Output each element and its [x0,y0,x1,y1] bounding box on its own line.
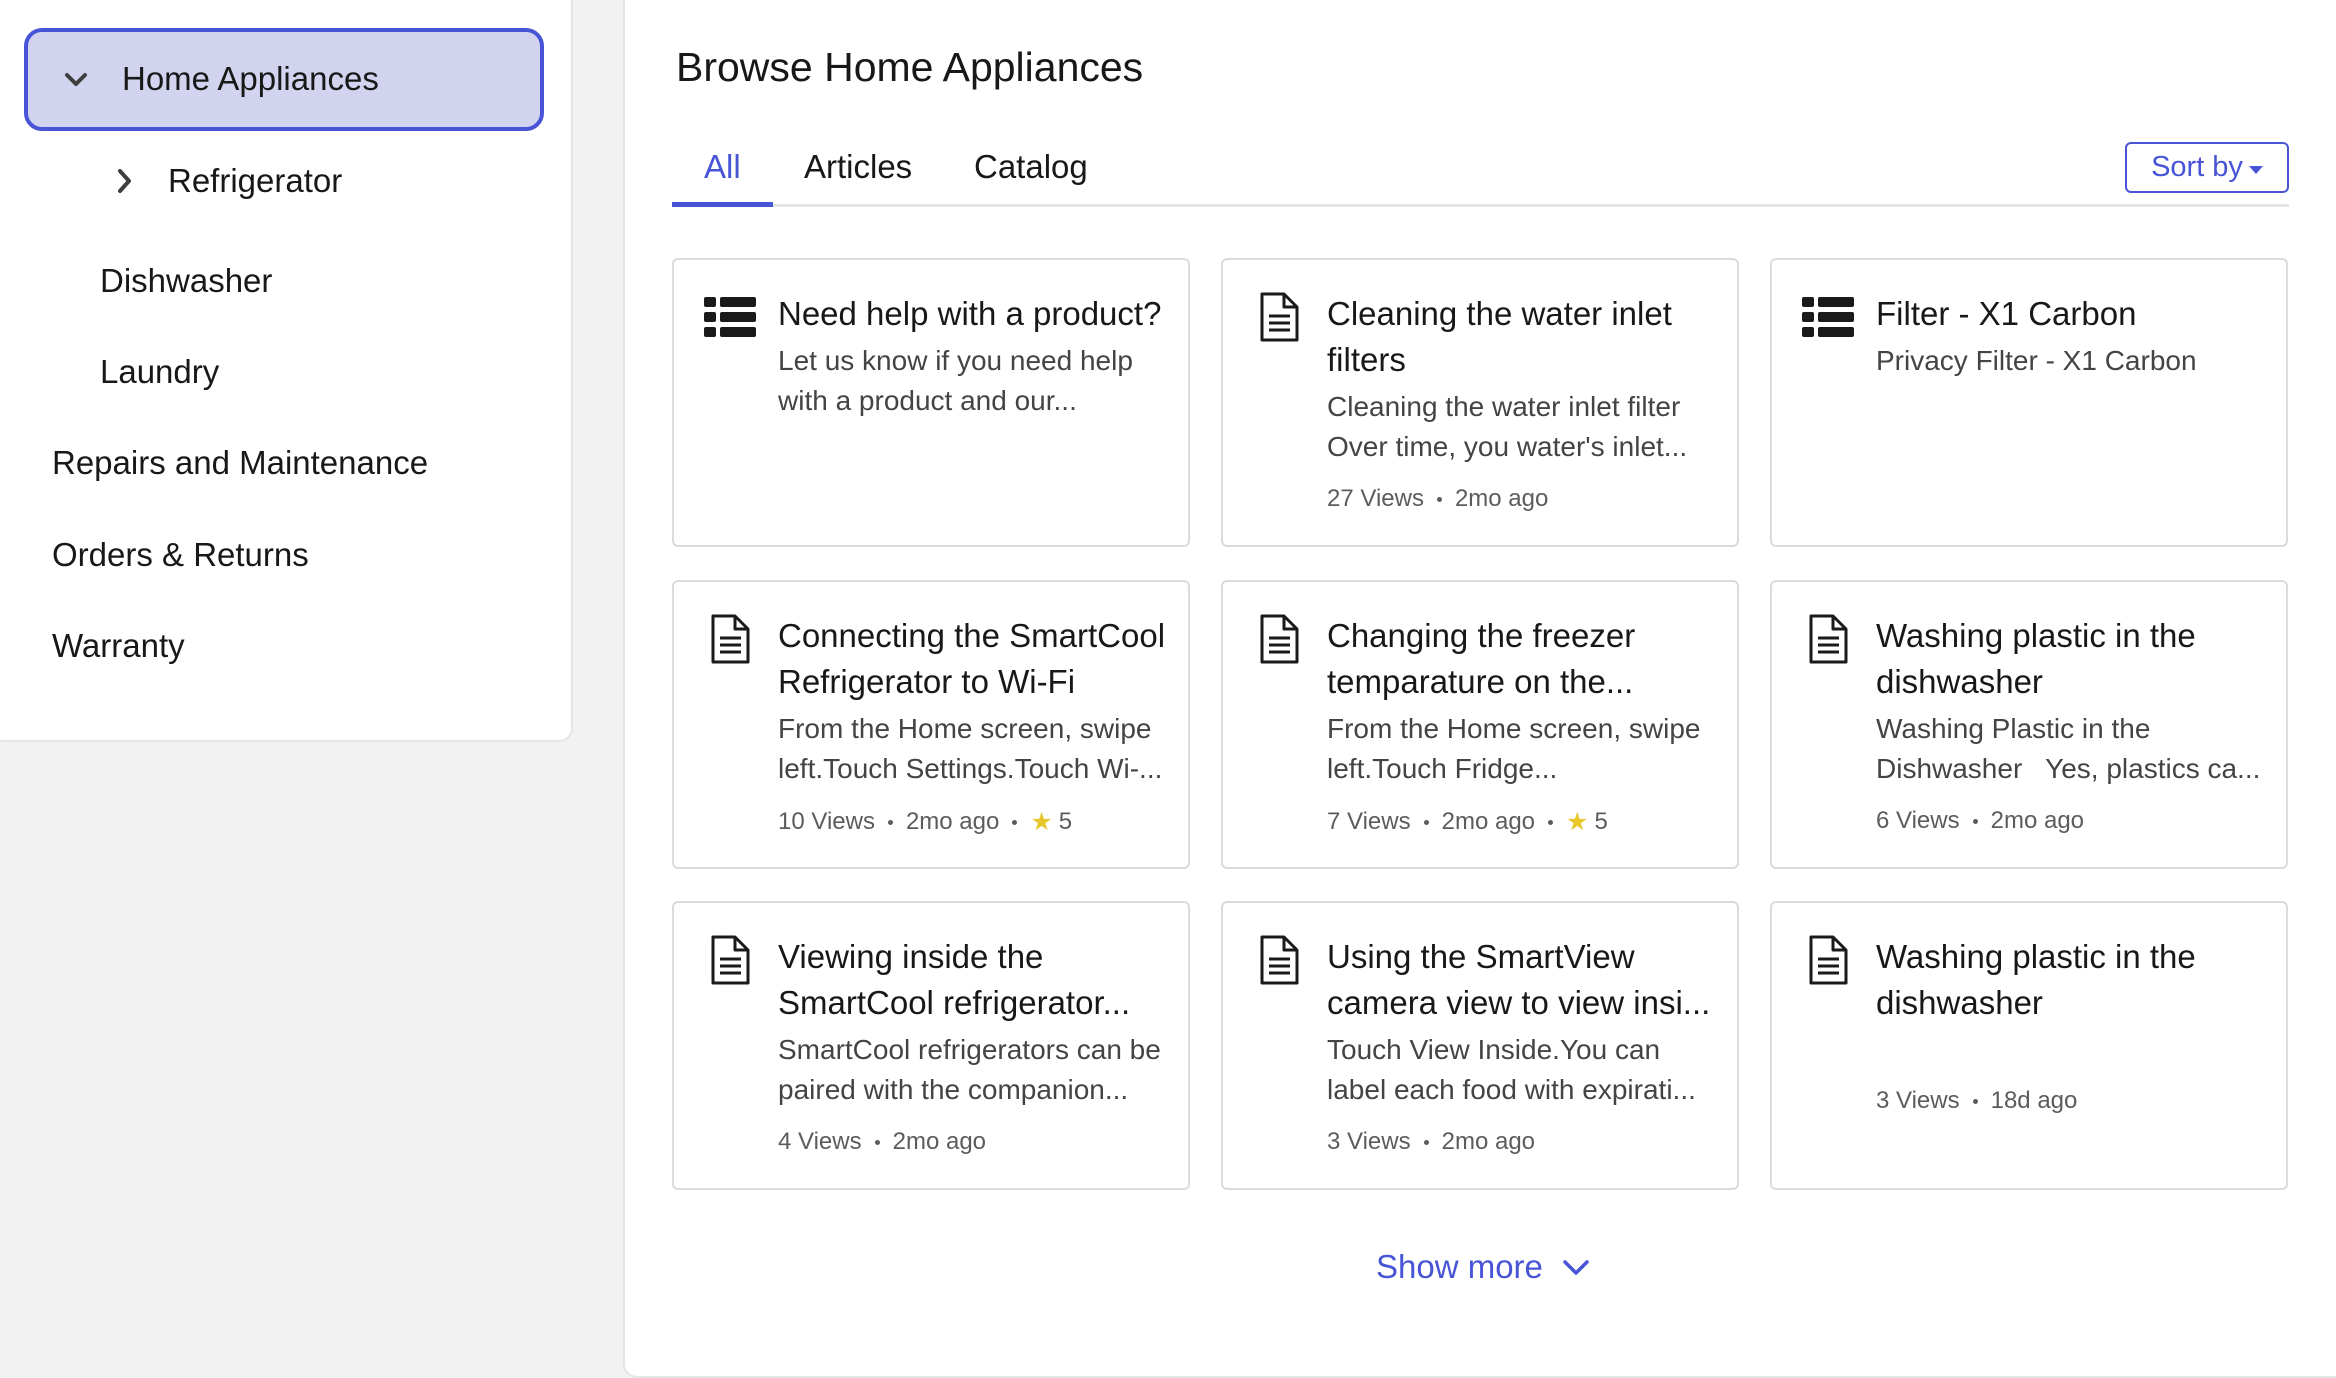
document-icon [1809,935,1848,985]
age: 2mo ago [1454,485,1549,512]
sort-by-button[interactable]: Sort by [2125,142,2289,193]
card-description: Touch View Inside.You can label each foo… [1327,1034,1696,1105]
card-meta: 6 Views 2mo ago [1876,807,2084,835]
view-count: 3 Views [1876,1087,1960,1114]
content-card[interactable]: Filter - X1 Carbon Privacy Filter - X1 C… [1770,258,2288,547]
card-meta: 3 Views 2mo ago [1327,1128,1535,1156]
card-title[interactable]: Using the SmartView camera view to view … [1327,934,1715,1026]
document-icon [1809,614,1848,664]
sort-by-label: Sort by [2151,151,2243,183]
chevron-down-icon[interactable] [61,65,91,95]
sidebar-item-label: Home Appliances [122,60,379,97]
chevron-down-icon [1563,1260,1589,1275]
separator-dot [887,819,893,825]
card-description: Washing Plastic in the Dishwasher Yes, p… [1876,713,2261,784]
card-description: SmartCool refrigerators can be paired wi… [778,1034,1161,1105]
separator-dot [1548,819,1554,825]
list-icon [1802,297,1854,337]
content-card[interactable]: Need help with a product? Let us know if… [672,258,1190,547]
show-more-button[interactable]: Show more [1376,1248,1591,1286]
star-icon: ★ [1030,808,1053,836]
content-card[interactable]: Using the SmartView camera view to view … [1221,901,1739,1190]
card-title[interactable]: Washing plastic in the dishwasher [1876,613,2264,705]
sidebar-item-label: Dishwasher [100,262,273,299]
sidebar-item-home-appliances[interactable]: Home Appliances [24,28,544,131]
star-icon: ★ [1566,808,1589,836]
card-title[interactable]: Washing plastic in the dishwasher [1876,934,2264,1026]
sidebar-item-warranty[interactable]: Warranty [52,627,185,665]
content-card[interactable]: Viewing inside the SmartCool refrigerato… [672,901,1190,1190]
active-tab-indicator [672,202,773,207]
view-count: 6 Views [1876,807,1960,834]
sidebar-item-label: Warranty [52,627,185,664]
card-meta: 4 Views 2mo ago [778,1128,986,1156]
caret-down-icon [2248,165,2263,174]
card-title[interactable]: Viewing inside the SmartCool refrigerato… [778,934,1166,1026]
tab-articles[interactable]: Articles [804,148,912,206]
age: 2mo ago [1990,807,2085,834]
view-count: 7 Views [1327,808,1411,835]
list-icon [704,297,756,337]
separator-dot [1423,819,1429,825]
age: 2mo ago [905,808,1000,835]
separator-dot [1012,819,1018,825]
separator-dot [1436,496,1442,502]
card-title[interactable]: Connecting the SmartCool Refrigerator to… [778,613,1166,705]
separator-dot [1423,1139,1429,1145]
age: 18d ago [1990,1087,2078,1114]
sidebar-item-label: Refrigerator [168,162,343,199]
card-description: Let us know if you need help with a prod… [778,345,1133,416]
sidebar-item-label: Laundry [100,353,220,390]
sidebar-item-refrigerator[interactable]: Refrigerator [110,162,342,200]
content-card[interactable]: Changing the freezer temparature on the.… [1221,580,1739,869]
show-more-label: Show more [1376,1248,1543,1285]
card-title[interactable]: Changing the freezer temparature on the.… [1327,613,1715,705]
age: 2mo ago [892,1128,987,1155]
age: 2mo ago [1441,1128,1536,1155]
tab-catalog[interactable]: Catalog [974,148,1088,206]
card-description: Cleaning the water inlet filter Over tim… [1327,391,1688,462]
page-title: Browse Home Appliances [676,44,1144,90]
view-count: 3 Views [1327,1128,1411,1155]
content-card[interactable]: Washing plastic in the dishwasher Washin… [1770,580,2288,869]
card-description: Privacy Filter - X1 Carbon [1876,345,2197,376]
card-description: From the Home screen, swipe left.Touch F… [1327,713,1701,784]
content-card[interactable]: Washing plastic in the dishwasher 3 View… [1770,901,2288,1190]
age: 2mo ago [1441,808,1536,835]
view-count: 4 Views [778,1128,862,1155]
card-title[interactable]: Cleaning the water inlet filters [1327,291,1715,383]
content-card[interactable]: Connecting the SmartCool Refrigerator to… [672,580,1190,869]
rating: 5 [1058,808,1073,835]
sidebar-item-laundry[interactable]: Laundry [100,353,219,391]
tabs-divider [672,204,2289,207]
separator-dot [1972,1098,1978,1104]
document-icon [1260,292,1299,342]
view-count: 10 Views [778,808,875,835]
card-meta: 3 Views 18d ago [1876,1087,2077,1115]
document-icon [1260,935,1299,985]
sidebar-item-dishwasher[interactable]: Dishwasher [100,262,272,300]
document-icon [711,935,750,985]
rating: 5 [1594,808,1608,835]
card-description: From the Home screen, swipe left.Touch S… [778,713,1163,784]
card-title[interactable]: Need help with a product? [778,291,1166,337]
sidebar-item-label: Orders & Returns [52,536,309,573]
separator-dot [1972,818,1978,824]
card-title[interactable]: Filter - X1 Carbon [1876,291,2264,337]
sidebar-item-label: Repairs and Maintenance [52,444,429,481]
tab-all[interactable]: All [704,148,741,206]
sidebar-item-orders-returns[interactable]: Orders & Returns [52,536,309,574]
content-card[interactable]: Cleaning the water inlet filters Cleanin… [1221,258,1739,547]
view-count: 27 Views [1327,485,1424,512]
chevron-right-icon[interactable] [110,166,140,196]
card-meta: 27 Views 2mo ago [1327,485,1548,513]
card-meta: 10 Views 2mo ago ★ 5 [778,807,1072,837]
document-icon [1260,614,1299,664]
sidebar-item-repairs-and-maintenance[interactable]: Repairs and Maintenance [52,444,428,482]
separator-dot [874,1139,880,1145]
card-meta: 7 Views 2mo ago ★ 5 [1327,807,1608,837]
document-icon [711,614,750,664]
